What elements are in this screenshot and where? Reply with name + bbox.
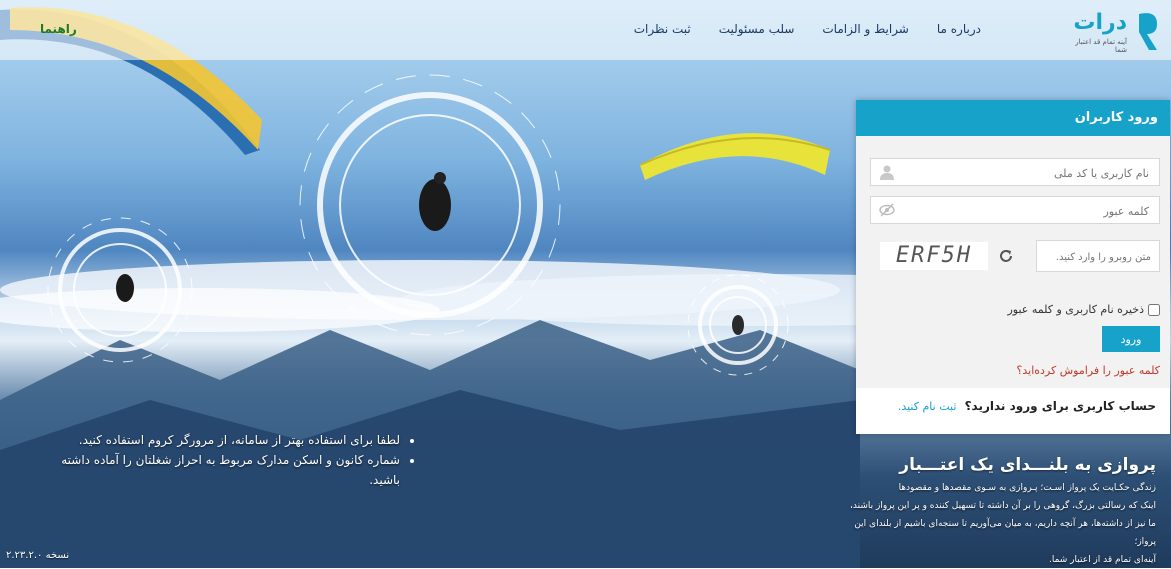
signup-row: حساب کاربری برای ورود ندارید؟ ثبت نام کن… [898, 399, 1156, 413]
logo-name: درات [1073, 10, 1127, 35]
username-field[interactable] [870, 158, 1160, 187]
eye-slash-icon[interactable] [879, 202, 895, 218]
login-panel: ورود کاربران ERF5H [856, 100, 1170, 434]
logo[interactable]: درات آینه تمام قد اعتبار شما [1001, 8, 1161, 54]
login-title: ورود کاربران [856, 100, 1170, 136]
main-nav: درباره ما شرایط و الزامات سلب مسئولیت ثب… [634, 22, 981, 36]
captcha-input[interactable] [1039, 241, 1159, 273]
slogan-line: زندگی حکـایت یک پرواز اسـت؛ پـروازی به س… [898, 483, 1156, 493]
remember-label: ذخیره نام کاربری و کلمه عبور [1007, 303, 1144, 316]
captcha-row: ERF5H [870, 240, 1160, 273]
logo-tagline: آینه تمام قد اعتبار شما [1075, 38, 1127, 54]
username-input[interactable] [907, 159, 1159, 187]
slogan-section: پروازی به بلنـــدای یک اعتـــبار زندگی ح… [846, 455, 1160, 569]
slogan-line: اینک که رسالتی بزرگ، گروهی را بر آن داشت… [850, 501, 1156, 511]
remember-checkbox[interactable] [1148, 303, 1160, 316]
nav-disclaimer[interactable]: سلب مسئولیت [719, 22, 795, 36]
signup-question: حساب کاربری برای ورود ندارید؟ [964, 399, 1156, 413]
tip-item: لطفا برای استفاده بهتر از سامانه، از مرو… [60, 430, 400, 450]
captcha-image: ERF5H [880, 242, 988, 270]
captcha-field[interactable] [1036, 240, 1160, 273]
login-form: ERF5H ذخیره نام کاربری و کلمه عبور ورود … [856, 136, 1170, 388]
user-icon [880, 165, 894, 180]
tips-list: لطفا برای استفاده بهتر از سامانه، از مرو… [60, 430, 418, 490]
slogan-line: ما نیز از داشته‌ها، هر آنچه داریم، به می… [854, 519, 1156, 547]
version-label: نسخه ۲.۲۳.۲.۰ [6, 550, 70, 561]
tip-item: شماره کانون و اسکن مدارک مربوط به احراز … [60, 450, 400, 490]
password-input[interactable] [907, 197, 1159, 225]
remember-me[interactable]: ذخیره نام کاربری و کلمه عبور [1007, 303, 1160, 316]
top-navigation-bar: درات آینه تمام قد اعتبار شما درباره ما ش… [0, 0, 1171, 60]
help-link[interactable]: راهنما [40, 22, 77, 36]
nav-about[interactable]: درباره ما [937, 22, 981, 36]
slogan-title: پروازی به بلنـــدای یک اعتـــبار [899, 455, 1156, 475]
login-button[interactable]: ورود [1102, 326, 1160, 352]
forgot-password-link[interactable]: کلمه عبور را فراموش کرده‌اید؟ [1017, 364, 1160, 377]
nav-terms[interactable]: شرایط و الزامات [822, 22, 909, 36]
password-field[interactable] [870, 196, 1160, 225]
nav-feedback[interactable]: ثبت نظرات [634, 22, 691, 36]
refresh-icon[interactable] [998, 248, 1014, 264]
slogan-line: آینه‌ای تمام قد از اعتبار شما. [1048, 555, 1156, 565]
logo-mark-icon [1139, 13, 1157, 50]
signup-link[interactable]: ثبت نام کنید. [898, 400, 957, 413]
